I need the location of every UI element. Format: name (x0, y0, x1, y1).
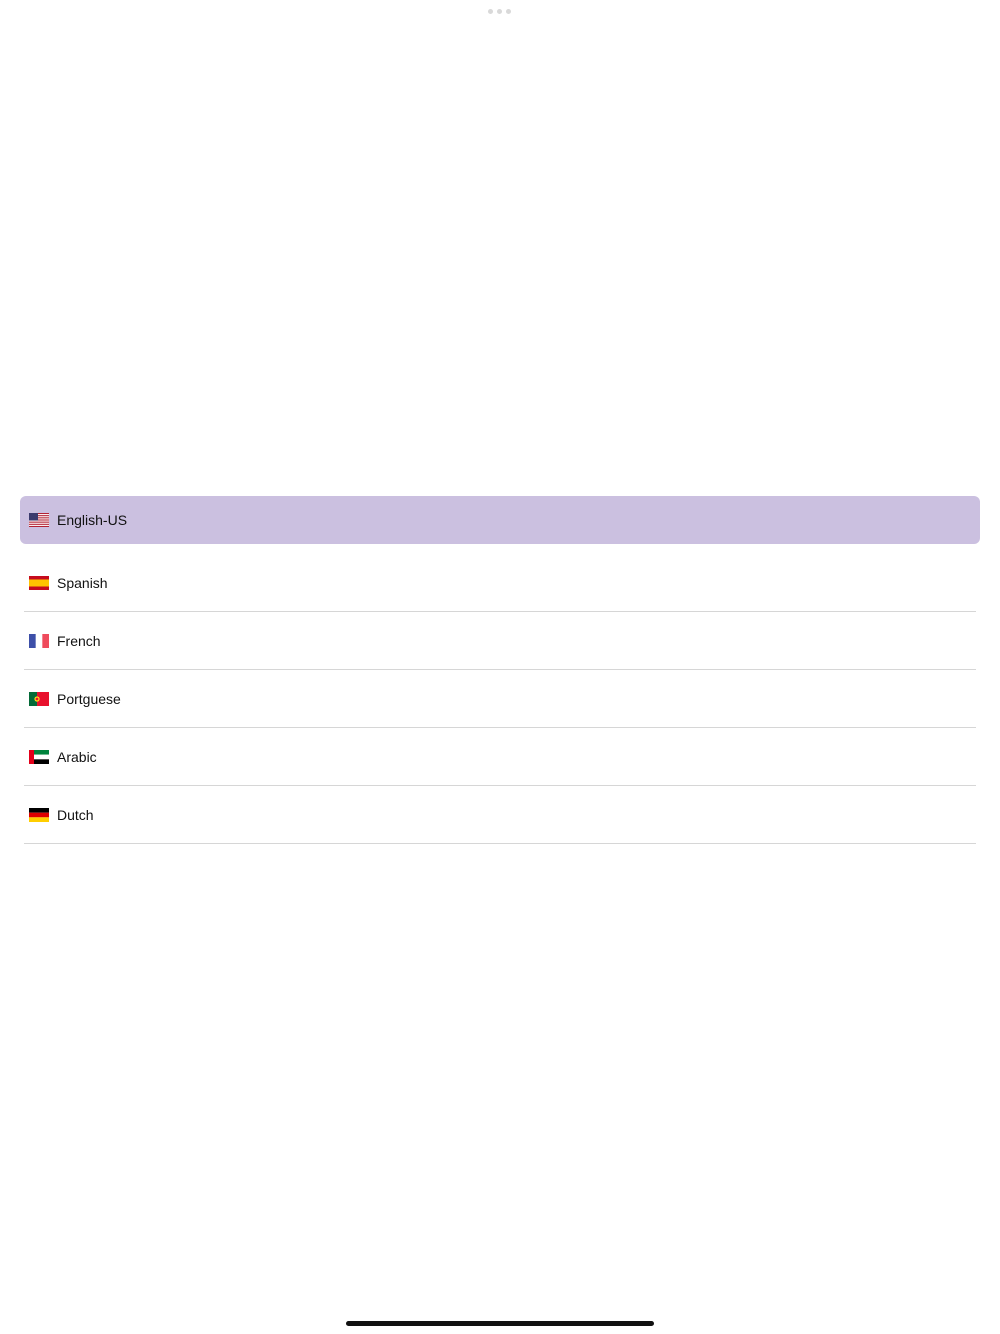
language-label: Arabic (57, 748, 97, 765)
language-label: Dutch (57, 806, 94, 823)
drag-dot (497, 9, 502, 14)
language-item-portuguese[interactable]: Portguese (24, 670, 976, 728)
spain-flag-icon (29, 575, 49, 590)
language-item-spanish[interactable]: Spanish (24, 554, 976, 612)
language-label: Spanish (57, 574, 108, 591)
language-item-french[interactable]: French (24, 612, 976, 670)
drag-dot (488, 9, 493, 14)
drag-handle[interactable] (488, 9, 511, 14)
language-item-arabic[interactable]: Arabic (24, 728, 976, 786)
france-flag-icon (29, 633, 49, 648)
uae-flag-icon (29, 749, 49, 764)
language-picker-screen: English-US Spanish French Portguese Arab… (0, 0, 1000, 1334)
portugal-flag-icon (29, 691, 49, 706)
drag-dot (506, 9, 511, 14)
us-flag-icon (29, 513, 49, 527)
language-item-english-us[interactable]: English-US (20, 496, 980, 544)
language-label: French (57, 632, 101, 649)
language-label: English-US (57, 512, 128, 528)
home-indicator[interactable] (346, 1321, 654, 1326)
language-item-dutch[interactable]: Dutch (24, 786, 976, 844)
germany-flag-icon (29, 807, 49, 822)
language-label: Portguese (57, 690, 121, 707)
language-list: English-US Spanish French Portguese Arab… (0, 496, 1000, 844)
